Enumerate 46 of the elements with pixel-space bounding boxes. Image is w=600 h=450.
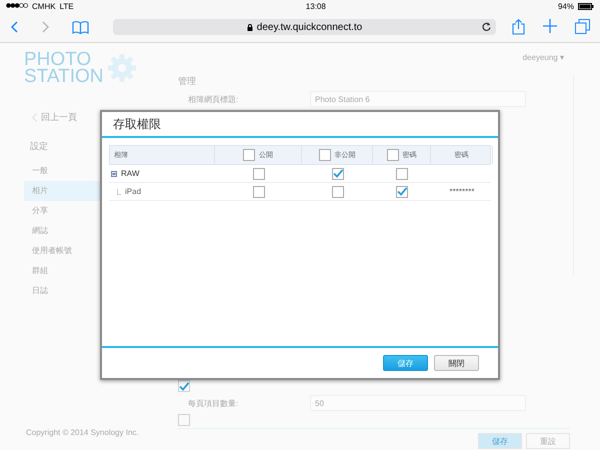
- carrier-text: CMHK: [32, 2, 56, 10]
- collapse-icon[interactable]: [111, 170, 117, 176]
- checkbox[interactable]: [252, 186, 264, 198]
- back-icon[interactable]: [10, 21, 18, 33]
- section-heading: 管理: [178, 75, 197, 88]
- forward-icon[interactable]: [42, 21, 50, 33]
- book-icon[interactable]: [72, 20, 89, 34]
- field-label: 每頁項目數量:: [187, 398, 240, 408]
- battery-text: 94%: [558, 2, 574, 10]
- checkbox[interactable]: [332, 186, 344, 198]
- close-button[interactable]: 關閉: [434, 355, 479, 371]
- checkbox[interactable]: [396, 168, 408, 180]
- checkbox[interactable]: [386, 149, 398, 161]
- logo: PHOTO STATION: [24, 51, 160, 85]
- signal-icon: [6, 3, 28, 9]
- user-menu[interactable]: deeyeung ▾: [522, 53, 564, 62]
- album-name: RAW: [121, 169, 140, 178]
- lock-icon: [246, 24, 253, 30]
- checkbox[interactable]: [396, 186, 408, 198]
- reset-button[interactable]: 重設: [526, 433, 570, 449]
- address-bar[interactable]: deey.tw.quickconnect.to: [113, 19, 496, 35]
- save-button[interactable]: 儲存: [383, 355, 428, 371]
- tabs-icon[interactable]: [575, 19, 590, 34]
- section-title: 設定: [30, 140, 49, 153]
- copyright-text: Copyright © 2014 Synology Inc.: [26, 428, 139, 437]
- checkbox[interactable]: [318, 149, 330, 161]
- reload-icon[interactable]: [482, 22, 491, 31]
- album-name: iPad: [125, 187, 142, 196]
- field-label: 相簿網頁標題:: [187, 94, 240, 104]
- dialog-title: 存取權限: [113, 116, 161, 132]
- network-text: LTE: [60, 2, 74, 10]
- checkbox[interactable]: [332, 168, 344, 180]
- checkbox[interactable]: [252, 168, 264, 180]
- password-text: ********: [450, 187, 474, 196]
- share-icon[interactable]: [512, 19, 525, 35]
- save-button[interactable]: 儲存: [478, 433, 522, 449]
- checkbox[interactable]: [178, 414, 190, 426]
- input-field[interactable]: Photo Station 6: [310, 91, 526, 107]
- dropdown[interactable]: 50: [310, 395, 526, 411]
- checkbox[interactable]: [178, 380, 190, 392]
- back-link[interactable]: 回上一頁: [41, 111, 77, 124]
- clock-text: 13:08: [306, 2, 326, 10]
- checkbox[interactable]: [243, 149, 255, 161]
- tree-line-icon: [117, 188, 121, 194]
- battery-icon: [578, 2, 594, 10]
- plus-icon[interactable]: [543, 19, 557, 33]
